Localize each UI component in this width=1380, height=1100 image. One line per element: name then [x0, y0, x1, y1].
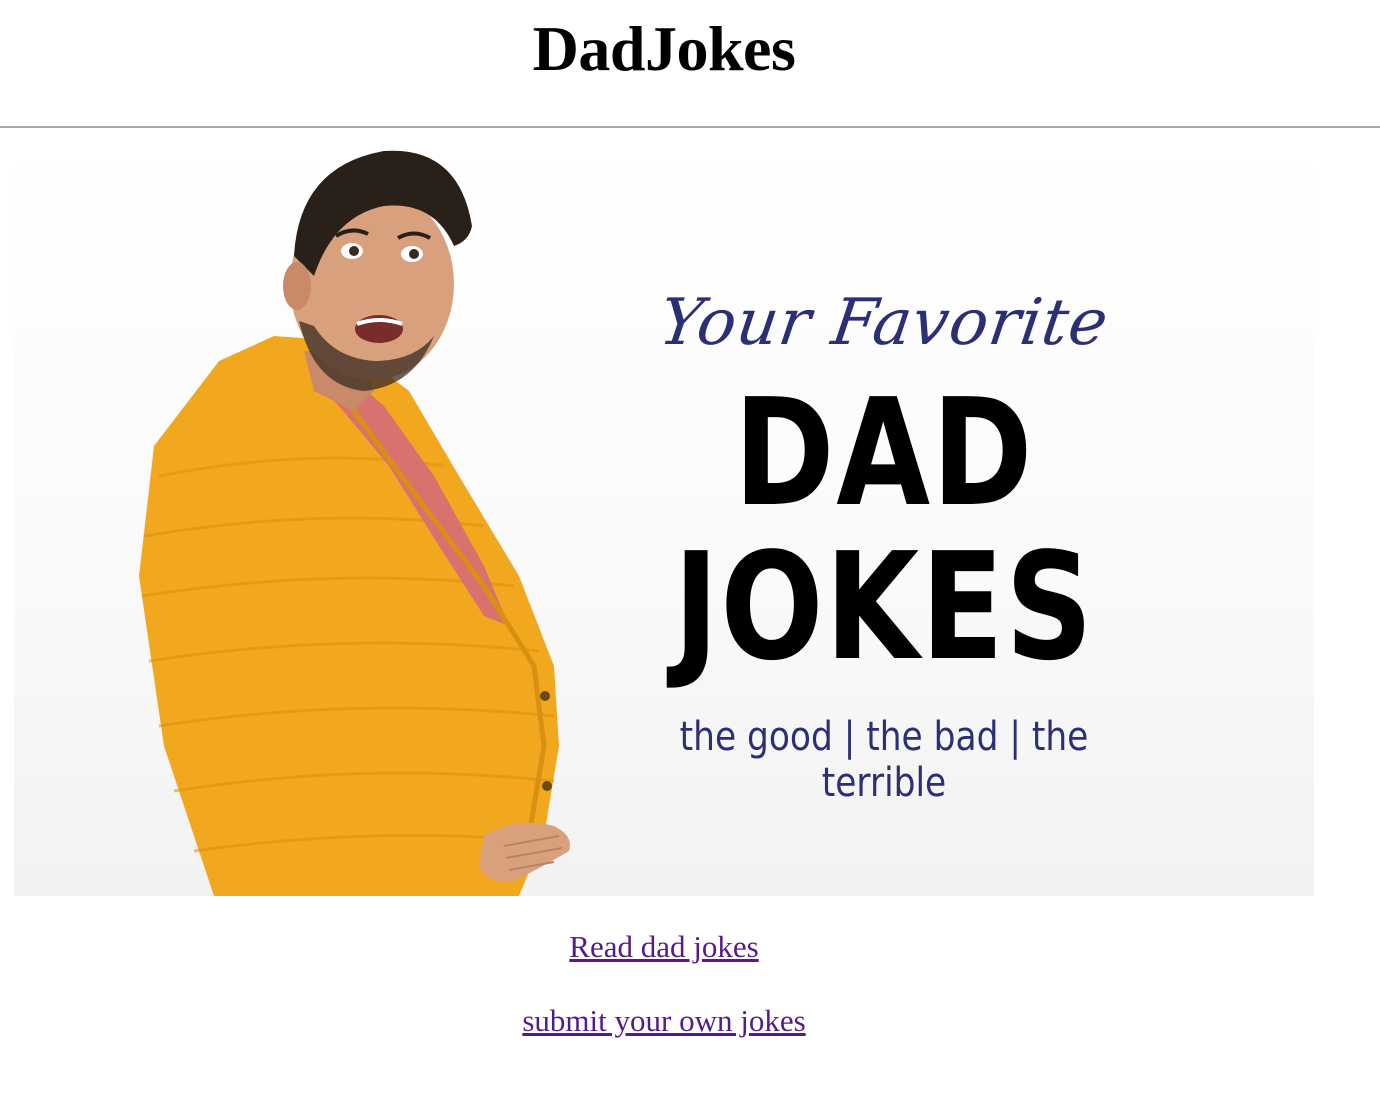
hands-shape [479, 822, 570, 882]
hero-tagline: the good | the bad | the terrible [679, 714, 1089, 806]
hero-banner-image: Your Favorite DAD JOKES the good | the b… [14, 146, 1314, 896]
hero-headline-dad: DAD [733, 367, 1035, 539]
hero-headline-jokes: JOKES [673, 521, 1095, 693]
submit-jokes-link[interactable]: submit your own jokes [0, 1003, 1328, 1039]
page: DadJokes Your Favorite DAD JOKES the goo… [0, 0, 1380, 1100]
site-title: DadJokes [532, 13, 796, 84]
read-dad-jokes-link[interactable]: Read dad jokes [0, 929, 1328, 965]
header-divider [0, 126, 1380, 128]
hero-text-block: Your Favorite DAD JOKES the good | the b… [584, 146, 1184, 896]
hero-script-line: Your Favorite [654, 286, 1114, 360]
